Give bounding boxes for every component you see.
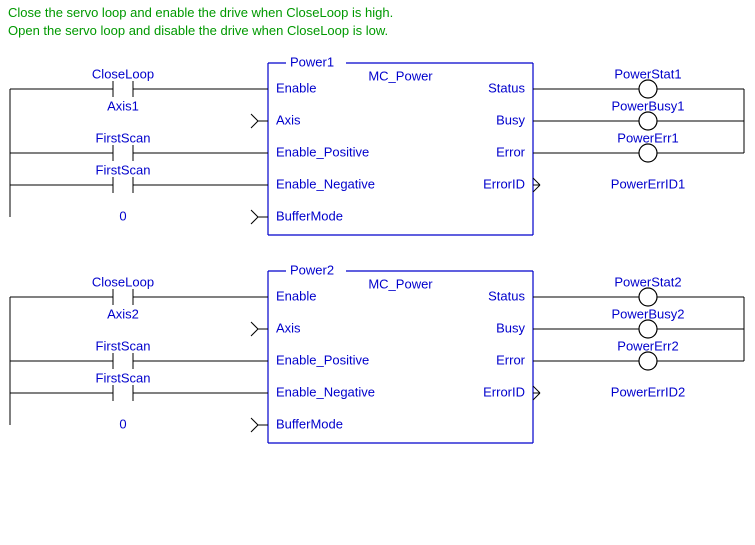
rung-comment: Close the servo loop and enable the driv… (8, 4, 747, 39)
svg-text:PowerErr2: PowerErr2 (617, 339, 678, 354)
svg-text:PowerErrID1: PowerErrID1 (611, 177, 685, 192)
svg-text:ErrorID: ErrorID (483, 177, 525, 192)
svg-text:FirstScan: FirstScan (96, 131, 151, 146)
svg-text:MC_Power: MC_Power (368, 69, 433, 84)
svg-text:FirstScan: FirstScan (96, 163, 151, 178)
svg-text:Enable_Positive: Enable_Positive (276, 145, 369, 160)
svg-text:FirstScan: FirstScan (96, 371, 151, 386)
svg-text:PowerErr1: PowerErr1 (617, 131, 678, 146)
svg-text:ErrorID: ErrorID (483, 385, 525, 400)
svg-text:Status: Status (488, 81, 525, 96)
svg-text:Enable: Enable (276, 289, 316, 304)
svg-text:Busy: Busy (496, 113, 525, 128)
svg-text:Axis: Axis (276, 321, 301, 336)
svg-text:Power2: Power2 (290, 263, 334, 278)
svg-text:Enable_Negative: Enable_Negative (276, 385, 375, 400)
svg-text:Error: Error (496, 353, 526, 368)
svg-text:PowerBusy2: PowerBusy2 (612, 307, 685, 322)
svg-text:Axis2: Axis2 (107, 307, 139, 322)
svg-text:BufferMode: BufferMode (276, 417, 343, 432)
ladder-diagram: Power1 MC_Power Enable Axis Enable_Positive E… (8, 49, 748, 529)
svg-text:Enable_Positive: Enable_Positive (276, 353, 369, 368)
svg-text:Axis1: Axis1 (107, 99, 139, 114)
svg-text:Error: Error (496, 145, 526, 160)
svg-text:CloseLoop: CloseLoop (92, 67, 154, 82)
svg-text:Busy: Busy (496, 321, 525, 336)
svg-text:Enable_Negative: Enable_Negative (276, 177, 375, 192)
svg-text:PowerStat1: PowerStat1 (614, 67, 681, 82)
svg-text:PowerStat2: PowerStat2 (614, 275, 681, 290)
comment-line-2: Open the servo loop and disable the driv… (8, 22, 747, 40)
svg-text:Power1: Power1 (290, 55, 334, 70)
svg-text:0: 0 (119, 417, 126, 432)
svg-text:Status: Status (488, 289, 525, 304)
svg-text:MC_Power: MC_Power (368, 277, 433, 292)
svg-text:PowerErrID2: PowerErrID2 (611, 385, 685, 400)
svg-text:CloseLoop: CloseLoop (92, 275, 154, 290)
svg-text:BufferMode: BufferMode (276, 209, 343, 224)
svg-text:0: 0 (119, 209, 126, 224)
svg-text:Axis: Axis (276, 113, 301, 128)
svg-text:PowerBusy1: PowerBusy1 (612, 99, 685, 114)
svg-text:Enable: Enable (276, 81, 316, 96)
svg-text:FirstScan: FirstScan (96, 339, 151, 354)
comment-line-1: Close the servo loop and enable the driv… (8, 4, 747, 22)
